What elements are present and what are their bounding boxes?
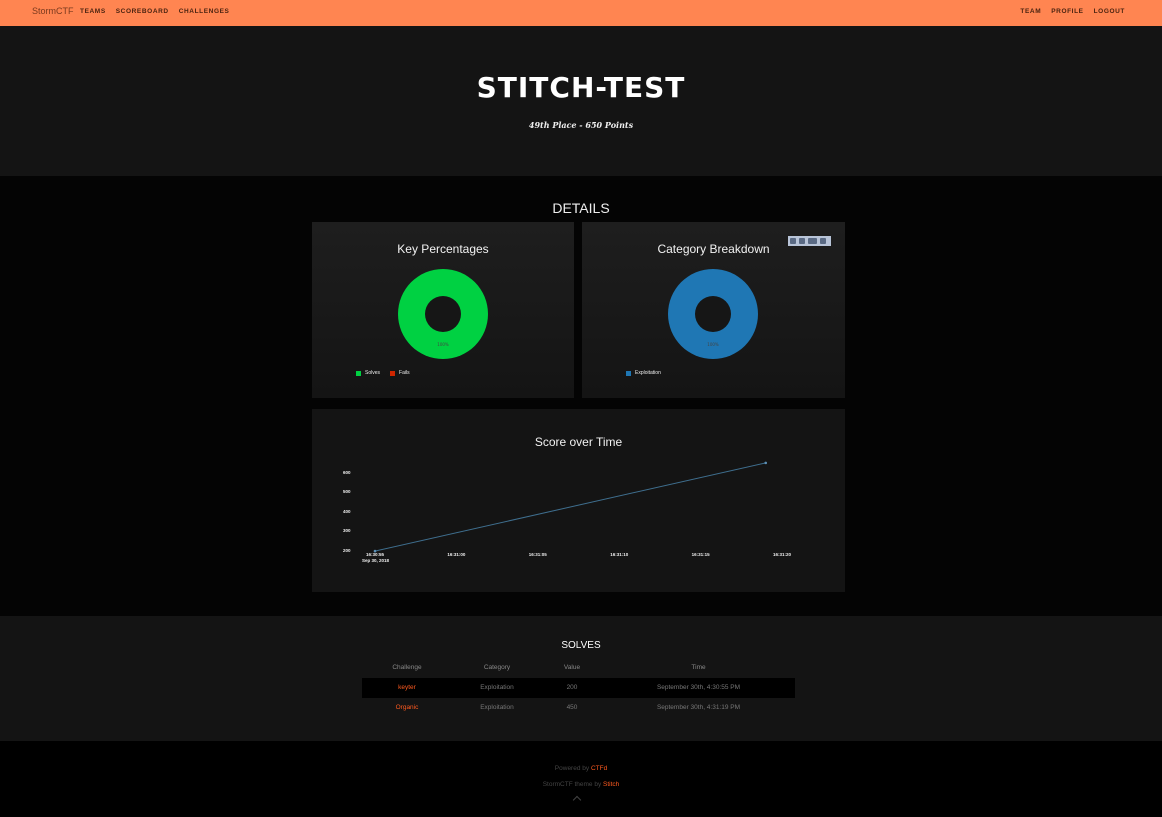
- legend-item-solves[interactable]: Solves: [356, 370, 380, 376]
- stitch-link[interactable]: Stitch: [603, 781, 619, 788]
- value-cell: 450: [566, 704, 578, 711]
- time-cell: September 30th, 4:31:19 PM: [656, 704, 741, 711]
- category-breakdown-legend: Exploitation: [626, 370, 661, 376]
- key-percentages-legend: Solves Fails: [356, 370, 410, 376]
- chart-modebar: [788, 236, 831, 246]
- team-place: 49th Place - 650 Points: [528, 120, 634, 130]
- x-tick-label: 16:31:15: [691, 552, 710, 557]
- nav-teams[interactable]: TEAMS: [80, 8, 106, 15]
- header-time: Time: [691, 664, 706, 671]
- legend-swatch: [390, 370, 396, 376]
- nav-challenges[interactable]: CHALLENGES: [179, 8, 230, 15]
- donut-hole: [425, 296, 461, 332]
- y-tick-label: 400: [343, 508, 351, 514]
- y-tick-label: 500: [343, 489, 351, 495]
- legend-label: Solves: [365, 370, 381, 376]
- table-row: Organic Exploitation 450 September 30th,…: [362, 698, 795, 718]
- nav-right: TEAM PROFILE LOGOUT: [1020, 8, 1125, 15]
- nav-left: TEAMS SCOREBOARD CHALLENGES: [80, 8, 229, 15]
- scroll-up-icon[interactable]: [572, 795, 582, 805]
- x-tick-label: 16:31:00: [447, 552, 466, 557]
- header-challenge: Challenge: [392, 664, 422, 671]
- x-tick-label: 16:31:05: [528, 552, 547, 557]
- plotly-logo-icon[interactable]: [820, 238, 826, 244]
- key-percentages-title: Key Percentages: [397, 242, 489, 256]
- category-cell: Exploitation: [480, 684, 514, 691]
- header-value: Value: [563, 664, 581, 671]
- key-percentages-donut[interactable]: 100%: [398, 269, 488, 359]
- category-breakdown-panel: Category Breakdown 100% Exploitation: [582, 222, 845, 398]
- solves-table: Challenge Category Value Time keyter Exp…: [362, 658, 795, 718]
- powered-by: Powered by CTFd: [0, 765, 1162, 772]
- nav-logout[interactable]: LOGOUT: [1094, 8, 1125, 15]
- solves-title: SOLVES: [561, 640, 601, 651]
- category-breakdown-donut[interactable]: 100%: [668, 269, 758, 359]
- score-line: [374, 462, 766, 552]
- legend-label: Exploitation: [635, 370, 661, 376]
- y-tick-label: 200: [343, 548, 351, 554]
- challenge-link[interactable]: keyter: [362, 684, 452, 691]
- team-header: STITCH-TEST 49th Place - 650 Points: [0, 26, 1162, 176]
- legend-swatch: [626, 370, 631, 376]
- legend-item-fails[interactable]: Fails: [390, 370, 410, 376]
- time-cell: September 30th, 4:30:55 PM: [656, 684, 741, 691]
- legend-label: Fails: [399, 370, 410, 376]
- score-point[interactable]: [764, 461, 768, 465]
- table-row: keyter Exploitation 200 September 30th, …: [362, 678, 795, 698]
- footer: Powered by CTFd StormCTF theme by Stitch: [0, 741, 1162, 817]
- solves-section: SOLVES Challenge Category Value Time key…: [0, 616, 1162, 741]
- legend-swatch: [356, 370, 361, 376]
- y-tick-label: 600: [343, 469, 351, 475]
- brand-link[interactable]: StormCTF: [32, 6, 74, 16]
- donut-label: 100%: [707, 342, 719, 347]
- x-tick-label: 16:31:20: [773, 552, 792, 557]
- score-over-time-panel: Score over Time 200 300 400 500 600 16:30:55 1…: [312, 409, 845, 592]
- details-section: DETAILS Key Percentages 100% Solves Fail…: [0, 176, 1162, 616]
- x-date-label: Sep 30, 2018: [362, 558, 390, 563]
- score-line-chart[interactable]: [312, 409, 845, 592]
- ctfd-link[interactable]: CTFd: [591, 765, 607, 772]
- nav-team[interactable]: TEAM: [1020, 8, 1041, 15]
- team-name: STITCH-TEST: [476, 71, 686, 104]
- category-cell: Exploitation: [480, 704, 514, 711]
- nav-scoreboard[interactable]: SCOREBOARD: [116, 8, 169, 15]
- x-tick-label: 16:31:10: [610, 552, 629, 557]
- challenge-link[interactable]: Organic: [362, 704, 452, 711]
- value-cell: 200: [566, 684, 578, 691]
- nav-profile[interactable]: PROFILE: [1051, 8, 1083, 15]
- header-category: Category: [483, 664, 511, 671]
- edit-icon[interactable]: [808, 238, 817, 244]
- x-tick-label: 16:30:55: [366, 552, 385, 557]
- theme-prefix: StormCTF theme by: [542, 781, 604, 788]
- zoom-icon[interactable]: [799, 238, 805, 244]
- table-header-row: Challenge Category Value Time: [362, 658, 795, 678]
- powered-prefix: Powered by: [554, 765, 591, 772]
- details-title: DETAILS: [552, 200, 610, 216]
- y-tick-label: 300: [343, 528, 351, 534]
- theme-credit: StormCTF theme by Stitch: [0, 781, 1162, 788]
- key-percentages-panel: Key Percentages 100% Solves Fails: [312, 222, 574, 398]
- legend-item-exploitation[interactable]: Exploitation: [626, 370, 661, 376]
- donut-hole: [695, 296, 731, 332]
- navbar: StormCTF TEAMS SCOREBOARD CHALLENGES TEA…: [0, 0, 1162, 26]
- donut-label: 100%: [437, 342, 449, 347]
- camera-icon[interactable]: [790, 238, 796, 244]
